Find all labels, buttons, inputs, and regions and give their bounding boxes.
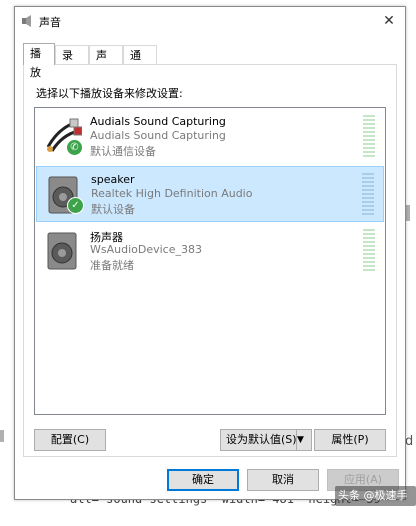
speaker-icon	[47, 232, 77, 270]
device-description: WsAudioDevice_383	[90, 243, 202, 256]
device-list: ✆ Audials Sound Capturing Audials Sound …	[34, 107, 386, 415]
device-item-selected[interactable]: ✓ speaker Realtek High Definition Audio …	[36, 166, 384, 222]
chevron-down-icon[interactable]: ▼	[296, 430, 311, 450]
tab-playback[interactable]: 播放	[23, 43, 55, 79]
title-bar[interactable]: 声音 ✕	[15, 7, 405, 35]
device-status: 默认通信设备	[90, 145, 156, 158]
phone-badge-icon: ✆	[66, 139, 83, 156]
tab-sounds[interactable]: 声音	[89, 45, 123, 81]
device-status: 准备就绪	[90, 259, 134, 272]
set-default-split-button[interactable]: 设为默认值(S) ▼	[220, 429, 312, 451]
volume-meter	[363, 229, 375, 273]
device-name: Audials Sound Capturing	[90, 115, 226, 128]
device-name: speaker	[91, 173, 135, 186]
background-edge	[406, 205, 410, 221]
volume-meter	[362, 173, 374, 217]
device-item[interactable]: 扬声器 WsAudioDevice_383 准备就绪	[36, 223, 384, 279]
checkmark-badge-icon: ✓	[67, 197, 84, 214]
background-text-fragment: d	[405, 434, 414, 449]
tab-recording[interactable]: 录制	[55, 45, 89, 81]
sound-app-icon	[22, 15, 31, 27]
device-description: Audials Sound Capturing	[90, 129, 226, 142]
background-edge-left	[0, 430, 4, 442]
configure-button[interactable]: 配置(C)	[34, 429, 106, 451]
set-default-label: 设为默认值(S)	[226, 433, 297, 446]
instruction-text: 选择以下播放设备来修改设置:	[36, 87, 183, 100]
device-status: 默认设备	[91, 203, 135, 216]
playback-panel: 选择以下播放设备来修改设置: ✆ Audials Sound Capturing…	[23, 64, 397, 457]
close-icon[interactable]: ✕	[377, 11, 401, 31]
sound-dialog: 声音 ✕ 播放 录制 声音 通信 选择以下播放设备来修改设置: ✆ Audial…	[14, 6, 406, 500]
device-item[interactable]: ✆ Audials Sound Capturing Audials Sound …	[36, 109, 384, 165]
watermark: 头条 @极速手助	[335, 486, 416, 522]
device-description: Realtek High Definition Audio	[91, 187, 253, 200]
window-title: 声音	[39, 16, 61, 29]
tab-communications[interactable]: 通信	[123, 45, 157, 81]
volume-meter	[363, 115, 375, 159]
ok-button[interactable]: 确定	[167, 469, 239, 491]
properties-button[interactable]: 属性(P)	[314, 429, 386, 451]
cancel-button[interactable]: 取消	[247, 469, 319, 491]
